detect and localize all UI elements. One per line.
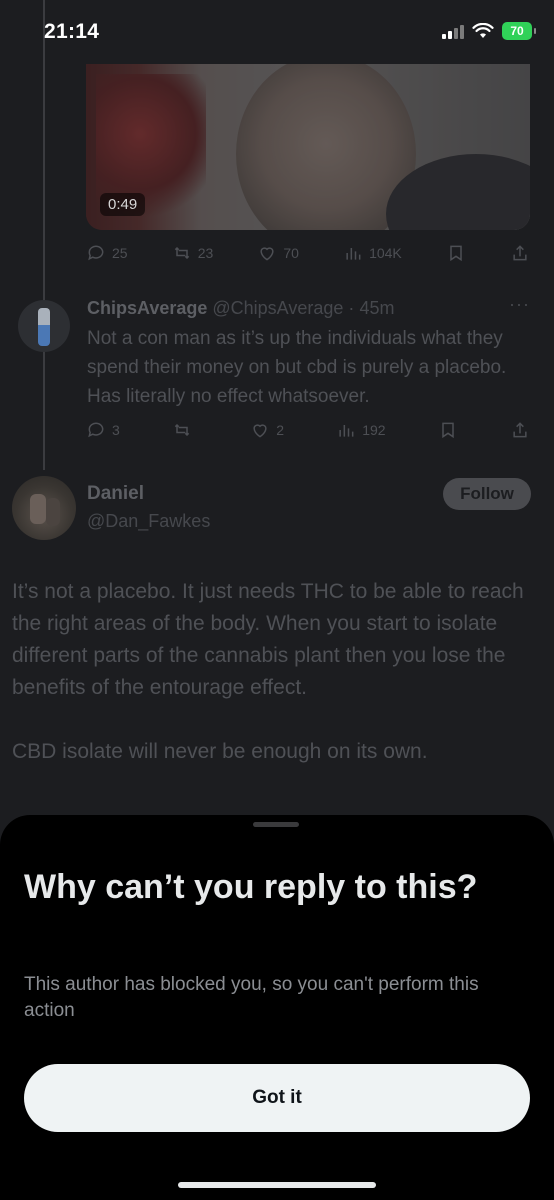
thread-line	[43, 0, 45, 470]
repost-icon	[174, 423, 190, 437]
bookmark-icon	[450, 245, 462, 262]
bookmark-button[interactable]	[438, 420, 458, 440]
author-name[interactable]: Daniel	[87, 483, 144, 505]
wifi-icon	[472, 23, 494, 38]
views-button[interactable]: 192	[336, 420, 386, 440]
share-icon	[513, 245, 527, 261]
views-icon	[339, 425, 354, 437]
tweet-actions: 25 23 70 104K	[86, 243, 530, 263]
reply-count: 3	[112, 422, 120, 438]
author-name[interactable]: ChipsAverage	[87, 298, 207, 318]
like-button[interactable]: 70	[257, 243, 299, 263]
status-bar: 21:14 70	[0, 0, 554, 64]
views-count: 192	[362, 422, 386, 438]
video-duration: 0:49	[100, 193, 146, 216]
heart-icon	[260, 247, 274, 261]
sheet-grabber[interactable]	[253, 822, 299, 827]
like-button[interactable]: 2	[250, 420, 284, 440]
home-indicator	[178, 1182, 376, 1188]
separator-dot: ·	[348, 298, 355, 318]
reply-icon	[88, 422, 104, 438]
tweet-time: 45m	[359, 298, 395, 318]
reply-button[interactable]: 25	[86, 243, 128, 263]
main-tweet-paragraph: It’s not a placebo. It just needs THC to…	[12, 580, 524, 699]
heart-icon	[253, 424, 267, 438]
author-handle: @Dan_Fawkes	[87, 511, 211, 531]
status-time: 21:14	[44, 20, 100, 43]
views-button[interactable]: 104K	[343, 243, 402, 263]
repost-count: 23	[197, 245, 214, 261]
reply-tweet-text: Not a con man as it’s up the individuals…	[87, 328, 507, 407]
avatar[interactable]	[12, 476, 76, 540]
repost-button[interactable]: 23	[172, 243, 214, 263]
video-thumbnail[interactable]: 0:49	[86, 64, 530, 230]
share-icon	[513, 422, 527, 438]
bottom-sheet: Why can’t you reply to this? This author…	[0, 815, 554, 1200]
avatar[interactable]	[18, 300, 70, 352]
battery-icon: 70	[502, 22, 536, 40]
views-icon	[346, 248, 361, 260]
like-count: 70	[283, 245, 299, 261]
status-icons: 70	[442, 22, 536, 40]
main-tweet-text: It’s not a placebo. It just needs THC to…	[12, 576, 542, 800]
main-tweet-paragraph: CBD isolate will never be enough on its …	[12, 740, 428, 763]
like-count: 2	[276, 422, 284, 438]
bookmark-icon	[442, 422, 454, 439]
views-count: 104K	[369, 245, 402, 261]
share-button[interactable]	[510, 243, 530, 263]
author-handle: @ChipsAverage	[212, 298, 344, 318]
reply-tweet-header: ChipsAverage @ChipsAverage · 45m	[87, 298, 394, 319]
reply-icon	[88, 245, 104, 261]
repost-icon	[174, 246, 189, 260]
got-it-button[interactable]: Got it	[24, 1064, 530, 1132]
sheet-description: This author has blocked you, so you can'…	[24, 974, 479, 1021]
reply-tweet-actions: 3 2 192	[86, 420, 530, 440]
sheet-title: Why can’t you reply to this?	[24, 868, 478, 906]
bookmark-button[interactable]	[446, 243, 466, 263]
repost-button[interactable]	[172, 420, 198, 440]
reply-button[interactable]: 3	[86, 420, 120, 440]
follow-button[interactable]: Follow	[443, 478, 531, 510]
cellular-signal-icon	[442, 24, 464, 39]
reply-count: 25	[112, 245, 128, 261]
battery-level: 70	[510, 24, 524, 38]
share-button[interactable]	[510, 420, 530, 440]
more-options-icon[interactable]: ···	[509, 294, 530, 315]
